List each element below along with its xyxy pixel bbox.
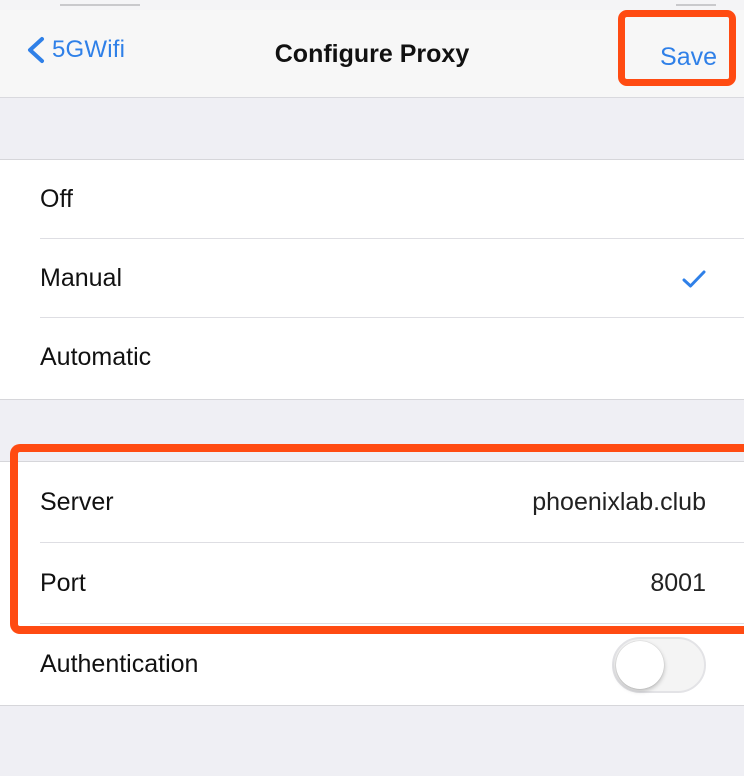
proxy-settings-group: Server phoenixlab.club Port 8001 Authent… <box>0 461 744 706</box>
status-bar-left <box>60 0 140 6</box>
authentication-label: Authentication <box>40 650 199 678</box>
authentication-row: Authentication <box>0 624 744 705</box>
server-label: Server <box>40 488 114 516</box>
save-button-highlight <box>618 10 736 86</box>
server-field[interactable]: phoenixlab.club <box>532 488 706 517</box>
toggle-knob <box>616 640 664 689</box>
authentication-toggle[interactable] <box>612 636 706 693</box>
port-field[interactable]: 8001 <box>650 569 706 598</box>
proxy-mode-label: Automatic <box>40 343 152 371</box>
proxy-mode-label: Manual <box>40 264 122 292</box>
proxy-mode-group: Off Manual Automatic <box>0 159 744 400</box>
status-bar-right <box>676 0 716 6</box>
proxy-mode-off[interactable]: Off <box>0 160 744 239</box>
proxy-mode-label: Off <box>40 185 73 213</box>
proxy-mode-manual[interactable]: Manual <box>0 239 744 318</box>
proxy-mode-automatic[interactable]: Automatic <box>0 318 744 397</box>
checkmark-icon <box>682 270 706 287</box>
port-label: Port <box>40 569 86 597</box>
port-row[interactable]: Port 8001 <box>0 543 744 624</box>
server-row[interactable]: Server phoenixlab.club <box>0 462 744 543</box>
status-bar-remnant <box>0 0 744 10</box>
